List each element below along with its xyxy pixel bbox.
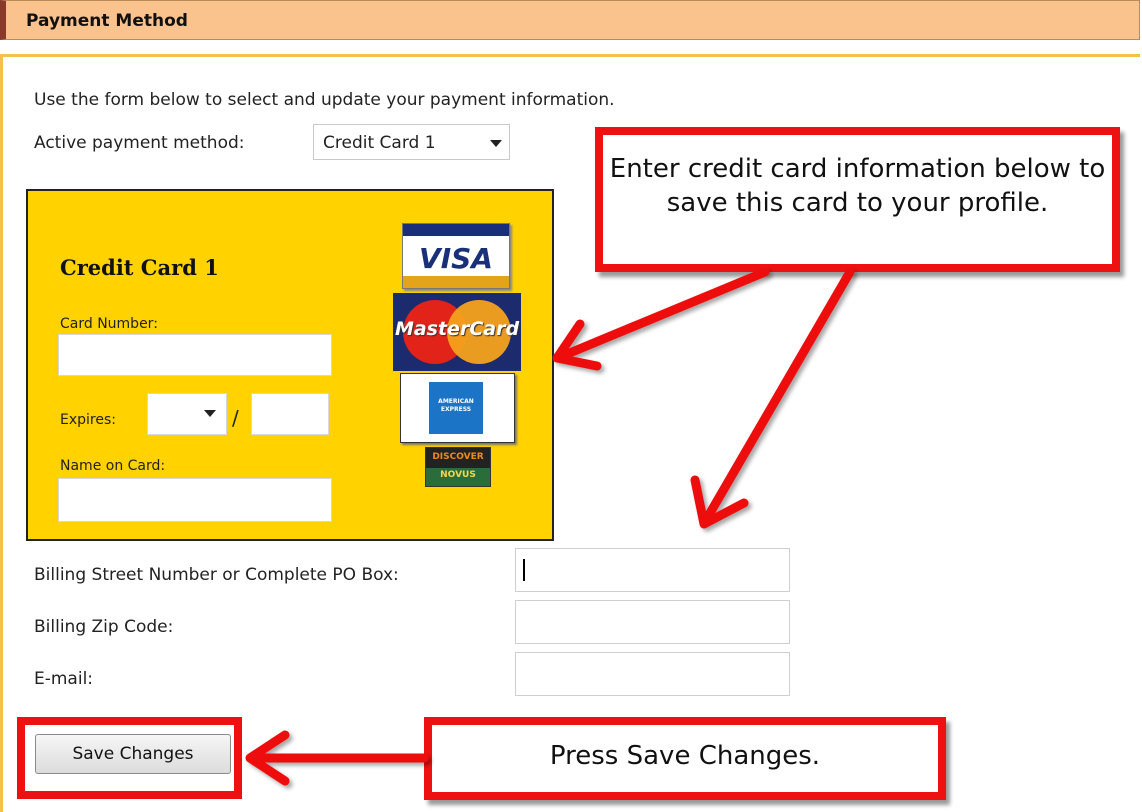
amex-logo: AMERICAN EXPRESS <box>400 373 515 443</box>
expires-year-input[interactable] <box>251 393 329 435</box>
billing-street-label: Billing Street Number or Complete PO Box… <box>34 565 399 585</box>
save-callout: Press Save Changes. <box>424 717 946 800</box>
card-info-callout: Enter credit card information below to s… <box>595 127 1120 272</box>
card-title: Credit Card 1 <box>60 255 219 280</box>
name-on-card-input[interactable] <box>58 478 332 522</box>
billing-zip-input[interactable] <box>515 600 790 644</box>
card-number-label: Card Number: <box>60 316 158 332</box>
card-number-input[interactable] <box>58 334 332 376</box>
mastercard-logo: MasterCard <box>393 293 521 371</box>
section-header: Payment Method <box>0 0 1140 40</box>
email-label: E-mail: <box>34 669 94 689</box>
expires-separator: / <box>232 406 239 430</box>
active-method-select[interactable]: Credit Card 1 <box>313 124 510 160</box>
discover-logo: DISCOVER NOVUS <box>425 447 491 487</box>
active-method-value: Credit Card 1 <box>323 133 436 153</box>
expires-label: Expires: <box>60 412 116 428</box>
name-on-card-label: Name on Card: <box>60 458 166 474</box>
billing-zip-label: Billing Zip Code: <box>34 617 174 637</box>
text-cursor <box>523 559 525 581</box>
active-method-label: Active payment method: <box>34 133 245 153</box>
intro-text: Use the form below to select and update … <box>34 90 615 110</box>
save-button-highlight <box>17 717 242 799</box>
section-title: Payment Method <box>26 11 188 31</box>
billing-street-input[interactable] <box>515 548 790 592</box>
visa-logo: VISA <box>402 223 510 289</box>
chevron-down-icon <box>204 410 216 417</box>
email-input[interactable] <box>515 652 790 696</box>
expires-month-select[interactable] <box>147 393 227 435</box>
chevron-down-icon <box>490 140 502 147</box>
